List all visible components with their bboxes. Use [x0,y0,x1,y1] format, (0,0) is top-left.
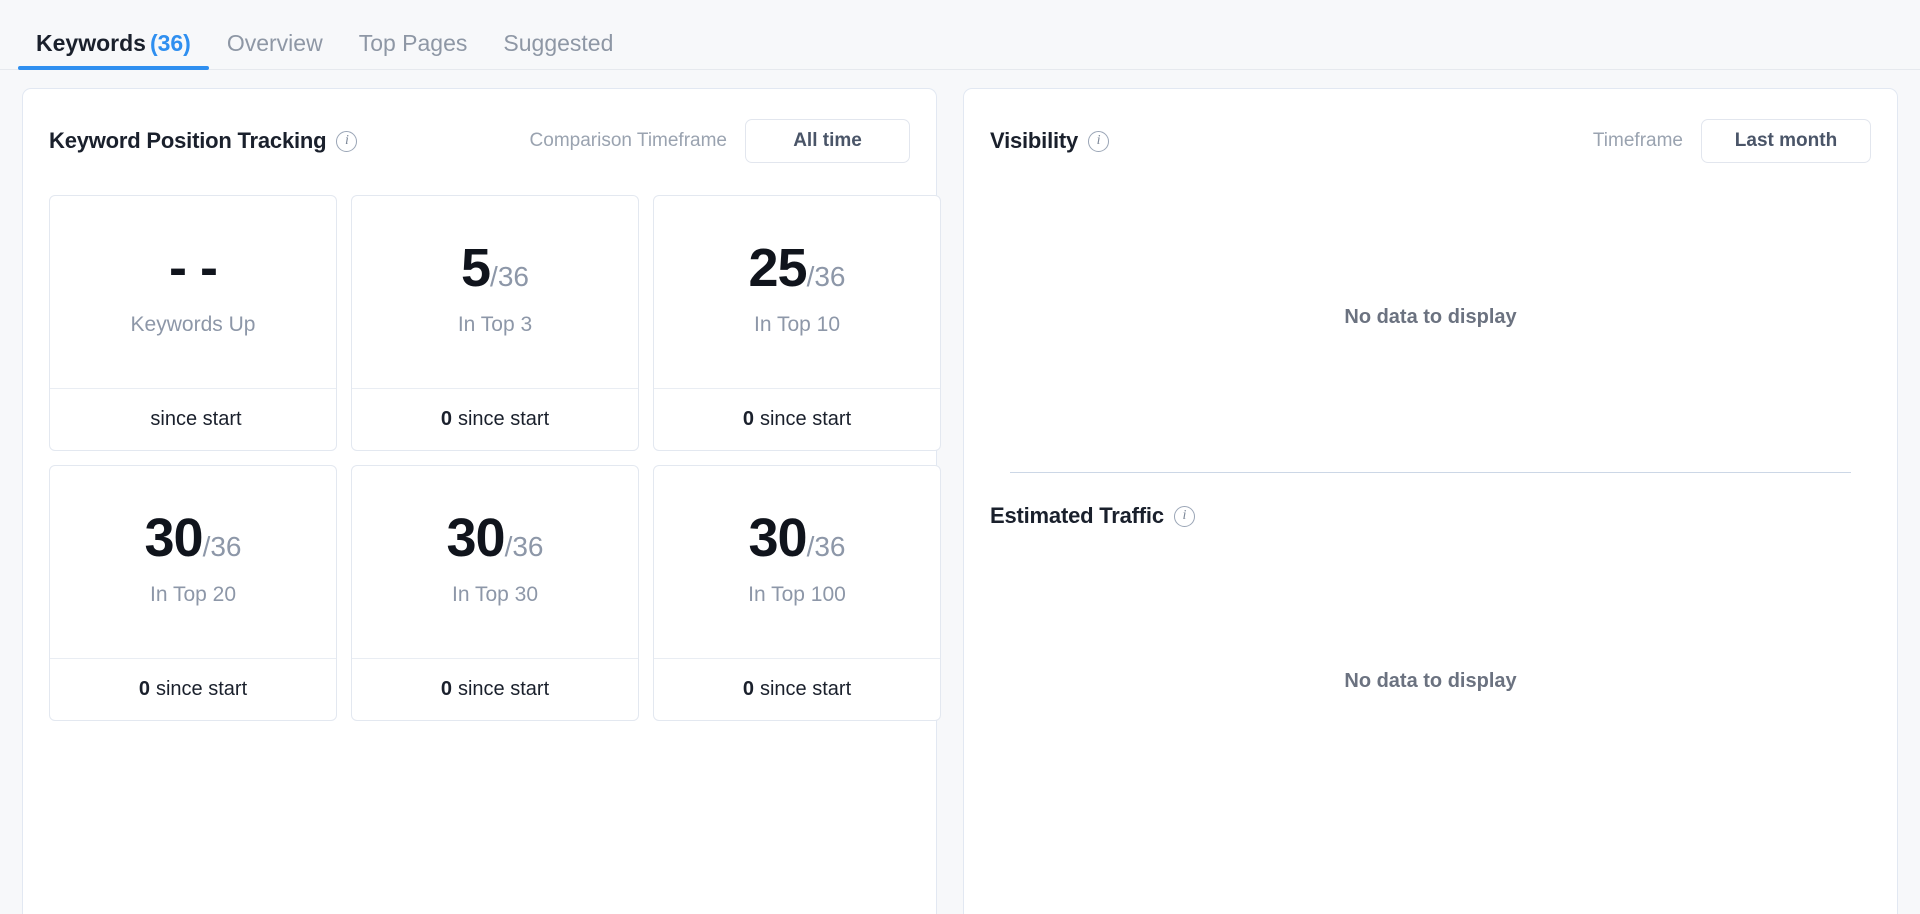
stat-value: - - [169,238,218,298]
stat-delta: 0 [440,408,452,430]
tab-overview[interactable]: Overview [209,32,341,69]
stat-delta-suffix: since start [759,408,852,430]
info-circle-icon[interactable]: i [1088,130,1110,152]
stat-label: In Top 30 [451,583,539,606]
stat-card-body: - - Keywords Up [50,196,336,388]
stat-label: In Top 3 [457,313,533,336]
stat-card[interactable]: - - Keywords Up since start [49,195,337,451]
tab-bar: Keywords (36) Overview Top Pages Suggeste… [0,0,1920,70]
estimated-traffic-section: Estimated Traffic i No data to display [964,473,1897,873]
stat-card[interactable]: 30/36 In Top 20 0 since start [49,465,337,721]
visibility-title: Visibility [990,128,1079,153]
tab-top-pages-label: Top Pages [358,30,468,56]
tab-suggested-label: Suggested [503,30,614,56]
stat-delta-suffix: since start [457,678,550,700]
tab-overview-label: Overview [226,30,323,56]
stat-total: /36 [202,531,242,562]
stat-value-wrap: 30/36 [144,511,241,565]
stat-card-body: 30/36 In Top 20 [50,466,336,658]
stat-value-wrap: 25/36 [748,241,845,295]
stat-label: In Top 20 [149,583,237,606]
stat-card-body: 30/36 In Top 30 [352,466,638,658]
tab-keywords[interactable]: Keywords (36) [18,30,209,70]
stat-value: 30 [446,508,505,568]
info-circle-icon[interactable]: i [1173,505,1195,527]
stat-card[interactable]: 5/36 In Top 3 0 since start [351,195,639,451]
stat-footer: 0 since start [654,388,940,450]
info-circle-icon[interactable]: i [336,130,358,152]
stat-value: 30 [144,508,203,568]
visibility-empty-message: No data to display [1344,306,1517,328]
estimated-traffic-empty-message: No data to display [1344,669,1517,692]
stat-card-body: 30/36 In Top 100 [654,466,940,658]
stat-value-wrap: 30/36 [748,511,845,565]
tab-keywords-count: (36) [149,30,191,56]
stat-label: Keywords Up [130,313,256,336]
tab-top-pages[interactable]: Top Pages [341,32,486,69]
stat-value: 30 [748,508,807,568]
stat-footer: since start [50,388,336,450]
stat-delta: 0 [742,678,754,700]
stat-value-wrap: - - [169,238,218,298]
tab-suggested[interactable]: Suggested [485,32,631,69]
stat-label: In Top 100 [748,583,846,606]
stat-delta-suffix: since start [457,408,550,430]
stat-footer: 0 since start [50,658,336,720]
comparison-timeframe-label: Comparison Timeframe [529,130,727,151]
stat-label: In Top 10 [753,313,841,336]
stat-delta-suffix: since start [759,678,852,700]
stat-value-wrap: 5/36 [461,241,529,295]
stat-card-grid: - - Keywords Up since start 5/36 In Top … [23,163,941,721]
stat-value: 5 [461,238,491,298]
stat-delta-suffix: since start [155,678,248,700]
stat-delta: 0 [440,678,452,700]
keyword-position-tracking-header: Keyword Position Tracking i Comparison T… [23,89,936,163]
stat-card[interactable]: 30/36 In Top 100 0 since start [653,465,941,721]
stat-total: /36 [806,261,846,292]
page-title: Keyword Position Tracking [49,128,327,153]
stat-card[interactable]: 30/36 In Top 30 0 since start [351,465,639,721]
tab-keywords-label: Keywords [36,30,146,56]
stat-card-body: 5/36 In Top 3 [352,196,638,388]
visibility-header: Visibility i Timeframe Last month [964,89,1897,163]
stat-footer: 0 since start [352,388,638,450]
stat-total: /36 [490,261,529,292]
timeframe-label: Timeframe [1592,130,1683,151]
visibility-section: Visibility i Timeframe Last month No dat… [964,89,1897,472]
stat-delta: 0 [742,408,754,430]
estimated-traffic-title: Estimated Traffic [990,503,1164,528]
stat-delta-suffix: since start [150,408,242,430]
stat-card[interactable]: 25/36 In Top 10 0 since start [653,195,941,451]
keyword-position-tracking-panel: Keyword Position Tracking i Comparison T… [22,88,941,914]
stat-value-wrap: 30/36 [446,511,543,565]
stat-delta: 0 [138,678,150,700]
estimated-traffic-header: Estimated Traffic i [964,473,1897,529]
stat-footer: 0 since start [654,658,940,720]
stat-total: /36 [504,531,544,562]
stat-value: 25 [748,238,807,298]
stat-footer: 0 since start [352,658,638,720]
stat-card-body: 25/36 In Top 10 [654,196,940,388]
timeframe-button[interactable]: Last month [1701,119,1871,163]
page-body: Keyword Position Tracking i Comparison T… [0,70,1920,914]
stat-total: /36 [806,531,846,562]
visibility-traffic-panel: Visibility i Timeframe Last month No dat… [963,88,1898,914]
comparison-timeframe-button[interactable]: All time [745,119,910,163]
